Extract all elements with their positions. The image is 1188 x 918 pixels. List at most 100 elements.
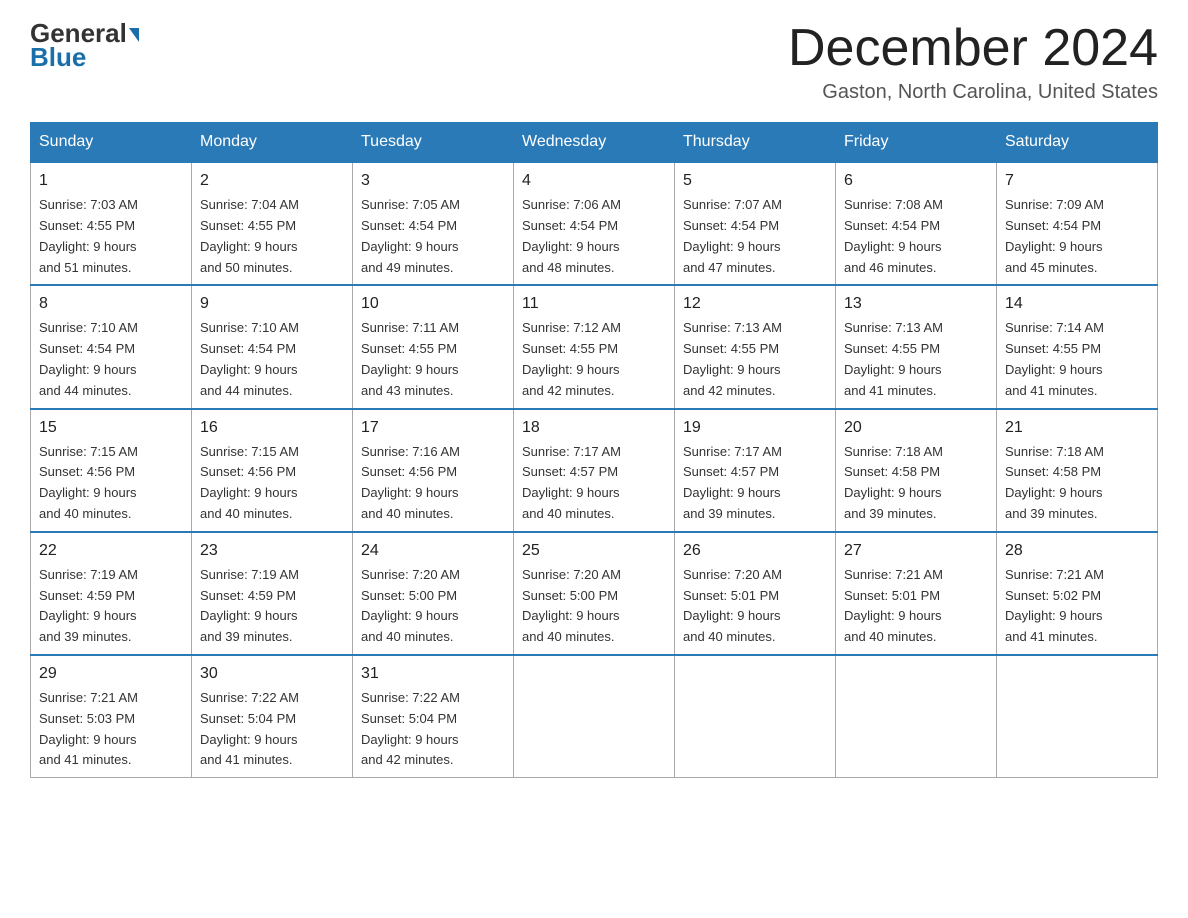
calendar-cell: 25Sunrise: 7:20 AMSunset: 5:00 PMDayligh…: [514, 532, 675, 655]
day-number: 9: [200, 292, 344, 316]
calendar-cell: 8Sunrise: 7:10 AMSunset: 4:54 PMDaylight…: [31, 285, 192, 408]
calendar-cell: 13Sunrise: 7:13 AMSunset: 4:55 PMDayligh…: [836, 285, 997, 408]
calendar-cell: 15Sunrise: 7:15 AMSunset: 4:56 PMDayligh…: [31, 409, 192, 532]
day-number: 28: [1005, 539, 1149, 563]
day-number: 3: [361, 169, 505, 193]
day-info: Sunrise: 7:20 AMSunset: 5:00 PMDaylight:…: [361, 565, 505, 648]
day-number: 6: [844, 169, 988, 193]
calendar-cell: 2Sunrise: 7:04 AMSunset: 4:55 PMDaylight…: [192, 162, 353, 285]
logo-arrow-icon: [129, 28, 139, 42]
day-info: Sunrise: 7:18 AMSunset: 4:58 PMDaylight:…: [844, 442, 988, 525]
day-info: Sunrise: 7:20 AMSunset: 5:00 PMDaylight:…: [522, 565, 666, 648]
header-wednesday: Wednesday: [514, 123, 675, 163]
calendar-cell: 5Sunrise: 7:07 AMSunset: 4:54 PMDaylight…: [675, 162, 836, 285]
calendar-cell: 16Sunrise: 7:15 AMSunset: 4:56 PMDayligh…: [192, 409, 353, 532]
day-number: 11: [522, 292, 666, 316]
day-info: Sunrise: 7:07 AMSunset: 4:54 PMDaylight:…: [683, 195, 827, 278]
day-info: Sunrise: 7:19 AMSunset: 4:59 PMDaylight:…: [200, 565, 344, 648]
header-tuesday: Tuesday: [353, 123, 514, 163]
day-info: Sunrise: 7:13 AMSunset: 4:55 PMDaylight:…: [683, 318, 827, 401]
calendar-cell: 10Sunrise: 7:11 AMSunset: 4:55 PMDayligh…: [353, 285, 514, 408]
day-number: 10: [361, 292, 505, 316]
day-number: 2: [200, 169, 344, 193]
day-number: 31: [361, 662, 505, 686]
calendar-cell: 18Sunrise: 7:17 AMSunset: 4:57 PMDayligh…: [514, 409, 675, 532]
calendar-cell: 1Sunrise: 7:03 AMSunset: 4:55 PMDaylight…: [31, 162, 192, 285]
day-info: Sunrise: 7:22 AMSunset: 5:04 PMDaylight:…: [361, 688, 505, 771]
calendar-cell: 29Sunrise: 7:21 AMSunset: 5:03 PMDayligh…: [31, 655, 192, 778]
calendar-cell: 24Sunrise: 7:20 AMSunset: 5:00 PMDayligh…: [353, 532, 514, 655]
day-number: 21: [1005, 416, 1149, 440]
header-monday: Monday: [192, 123, 353, 163]
day-number: 30: [200, 662, 344, 686]
day-number: 26: [683, 539, 827, 563]
header-thursday: Thursday: [675, 123, 836, 163]
day-number: 1: [39, 169, 183, 193]
calendar-cell: 20Sunrise: 7:18 AMSunset: 4:58 PMDayligh…: [836, 409, 997, 532]
day-number: 24: [361, 539, 505, 563]
title-area: December 2024 Gaston, North Carolina, Un…: [788, 20, 1158, 104]
calendar-cell: 12Sunrise: 7:13 AMSunset: 4:55 PMDayligh…: [675, 285, 836, 408]
day-number: 12: [683, 292, 827, 316]
day-info: Sunrise: 7:11 AMSunset: 4:55 PMDaylight:…: [361, 318, 505, 401]
day-info: Sunrise: 7:15 AMSunset: 4:56 PMDaylight:…: [39, 442, 183, 525]
calendar-cell: 14Sunrise: 7:14 AMSunset: 4:55 PMDayligh…: [997, 285, 1158, 408]
day-info: Sunrise: 7:16 AMSunset: 4:56 PMDaylight:…: [361, 442, 505, 525]
day-info: Sunrise: 7:05 AMSunset: 4:54 PMDaylight:…: [361, 195, 505, 278]
day-number: 23: [200, 539, 344, 563]
calendar-cell: 28Sunrise: 7:21 AMSunset: 5:02 PMDayligh…: [997, 532, 1158, 655]
day-info: Sunrise: 7:06 AMSunset: 4:54 PMDaylight:…: [522, 195, 666, 278]
day-number: 8: [39, 292, 183, 316]
day-number: 19: [683, 416, 827, 440]
day-number: 16: [200, 416, 344, 440]
day-info: Sunrise: 7:17 AMSunset: 4:57 PMDaylight:…: [683, 442, 827, 525]
calendar-cell: 27Sunrise: 7:21 AMSunset: 5:01 PMDayligh…: [836, 532, 997, 655]
calendar-cell: 3Sunrise: 7:05 AMSunset: 4:54 PMDaylight…: [353, 162, 514, 285]
calendar-cell: [675, 655, 836, 778]
week-row-2: 8Sunrise: 7:10 AMSunset: 4:54 PMDaylight…: [31, 285, 1158, 408]
day-info: Sunrise: 7:21 AMSunset: 5:01 PMDaylight:…: [844, 565, 988, 648]
day-info: Sunrise: 7:04 AMSunset: 4:55 PMDaylight:…: [200, 195, 344, 278]
day-number: 27: [844, 539, 988, 563]
day-info: Sunrise: 7:21 AMSunset: 5:03 PMDaylight:…: [39, 688, 183, 771]
week-row-5: 29Sunrise: 7:21 AMSunset: 5:03 PMDayligh…: [31, 655, 1158, 778]
calendar-cell: 17Sunrise: 7:16 AMSunset: 4:56 PMDayligh…: [353, 409, 514, 532]
logo-blue-text: Blue: [30, 44, 86, 70]
month-title: December 2024: [788, 20, 1158, 77]
header-row: SundayMondayTuesdayWednesdayThursdayFrid…: [31, 123, 1158, 163]
day-number: 29: [39, 662, 183, 686]
day-info: Sunrise: 7:22 AMSunset: 5:04 PMDaylight:…: [200, 688, 344, 771]
day-info: Sunrise: 7:10 AMSunset: 4:54 PMDaylight:…: [39, 318, 183, 401]
day-info: Sunrise: 7:13 AMSunset: 4:55 PMDaylight:…: [844, 318, 988, 401]
header-friday: Friday: [836, 123, 997, 163]
day-number: 4: [522, 169, 666, 193]
day-info: Sunrise: 7:12 AMSunset: 4:55 PMDaylight:…: [522, 318, 666, 401]
calendar-cell: 26Sunrise: 7:20 AMSunset: 5:01 PMDayligh…: [675, 532, 836, 655]
day-info: Sunrise: 7:19 AMSunset: 4:59 PMDaylight:…: [39, 565, 183, 648]
week-row-3: 15Sunrise: 7:15 AMSunset: 4:56 PMDayligh…: [31, 409, 1158, 532]
week-row-1: 1Sunrise: 7:03 AMSunset: 4:55 PMDaylight…: [31, 162, 1158, 285]
day-number: 17: [361, 416, 505, 440]
calendar-cell: 22Sunrise: 7:19 AMSunset: 4:59 PMDayligh…: [31, 532, 192, 655]
day-info: Sunrise: 7:10 AMSunset: 4:54 PMDaylight:…: [200, 318, 344, 401]
calendar-cell: 7Sunrise: 7:09 AMSunset: 4:54 PMDaylight…: [997, 162, 1158, 285]
day-number: 7: [1005, 169, 1149, 193]
calendar-cell: 6Sunrise: 7:08 AMSunset: 4:54 PMDaylight…: [836, 162, 997, 285]
day-info: Sunrise: 7:15 AMSunset: 4:56 PMDaylight:…: [200, 442, 344, 525]
calendar-cell: [514, 655, 675, 778]
calendar-cell: 4Sunrise: 7:06 AMSunset: 4:54 PMDaylight…: [514, 162, 675, 285]
calendar-cell: 9Sunrise: 7:10 AMSunset: 4:54 PMDaylight…: [192, 285, 353, 408]
calendar-cell: 30Sunrise: 7:22 AMSunset: 5:04 PMDayligh…: [192, 655, 353, 778]
day-info: Sunrise: 7:21 AMSunset: 5:02 PMDaylight:…: [1005, 565, 1149, 648]
location-subtitle: Gaston, North Carolina, United States: [788, 81, 1158, 104]
day-number: 14: [1005, 292, 1149, 316]
day-info: Sunrise: 7:20 AMSunset: 5:01 PMDaylight:…: [683, 565, 827, 648]
page-header: General Blue December 2024 Gaston, North…: [30, 20, 1158, 104]
day-info: Sunrise: 7:17 AMSunset: 4:57 PMDaylight:…: [522, 442, 666, 525]
calendar-cell: 23Sunrise: 7:19 AMSunset: 4:59 PMDayligh…: [192, 532, 353, 655]
day-info: Sunrise: 7:18 AMSunset: 4:58 PMDaylight:…: [1005, 442, 1149, 525]
day-number: 18: [522, 416, 666, 440]
day-number: 15: [39, 416, 183, 440]
header-sunday: Sunday: [31, 123, 192, 163]
calendar-cell: [836, 655, 997, 778]
